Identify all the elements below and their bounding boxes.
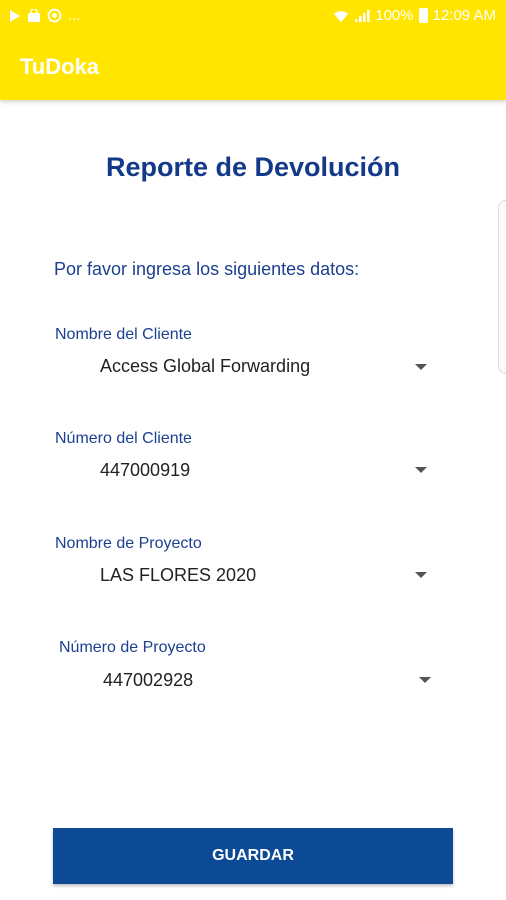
bag-icon (28, 8, 40, 22)
wifi-icon (334, 10, 349, 22)
project-number-label: Número de Proyecto (59, 639, 206, 656)
page-title: Reporte de Devolución (105, 152, 401, 182)
save-button[interactable]: GUARDAR (53, 828, 453, 884)
status-bar: ... 100% 12:09 AM (0, 0, 506, 32)
project-number-value[interactable]: 447002928 (103, 670, 193, 691)
clock: 12:09 AM (432, 7, 496, 24)
chevron-down-icon[interactable] (415, 467, 427, 473)
status-more-indicator: ... (68, 7, 81, 24)
app-title: TuDoka (20, 54, 100, 79)
project-name-label: Nombre de Proyecto (55, 535, 202, 552)
signal-icon (355, 9, 370, 22)
chevron-down-icon[interactable] (415, 364, 427, 370)
status-right-icons: 100% 12:09 AM (333, 7, 496, 24)
app-bar: ... 100% 12:09 AM TuDoka (0, 0, 506, 100)
project-name-value[interactable]: LAS FLORES 2020 (100, 565, 256, 586)
intro-text: Por favor ingresa los siguientes datos: (54, 259, 360, 279)
client-number-value[interactable]: 447000919 (100, 460, 190, 481)
chevron-down-icon[interactable] (419, 677, 431, 683)
status-left-icons: ... (9, 7, 81, 24)
side-panel-handle[interactable] (498, 200, 506, 374)
whatsapp-icon (47, 8, 62, 23)
client-name-label: Nombre del Cliente (55, 326, 192, 343)
play-icon (10, 9, 20, 22)
client-number-label: Número del Cliente (55, 430, 192, 447)
chevron-down-icon[interactable] (415, 572, 427, 578)
battery-icon (418, 8, 428, 23)
client-name-value[interactable]: Access Global Forwarding (100, 356, 310, 377)
battery-percent: 100% (375, 7, 414, 24)
